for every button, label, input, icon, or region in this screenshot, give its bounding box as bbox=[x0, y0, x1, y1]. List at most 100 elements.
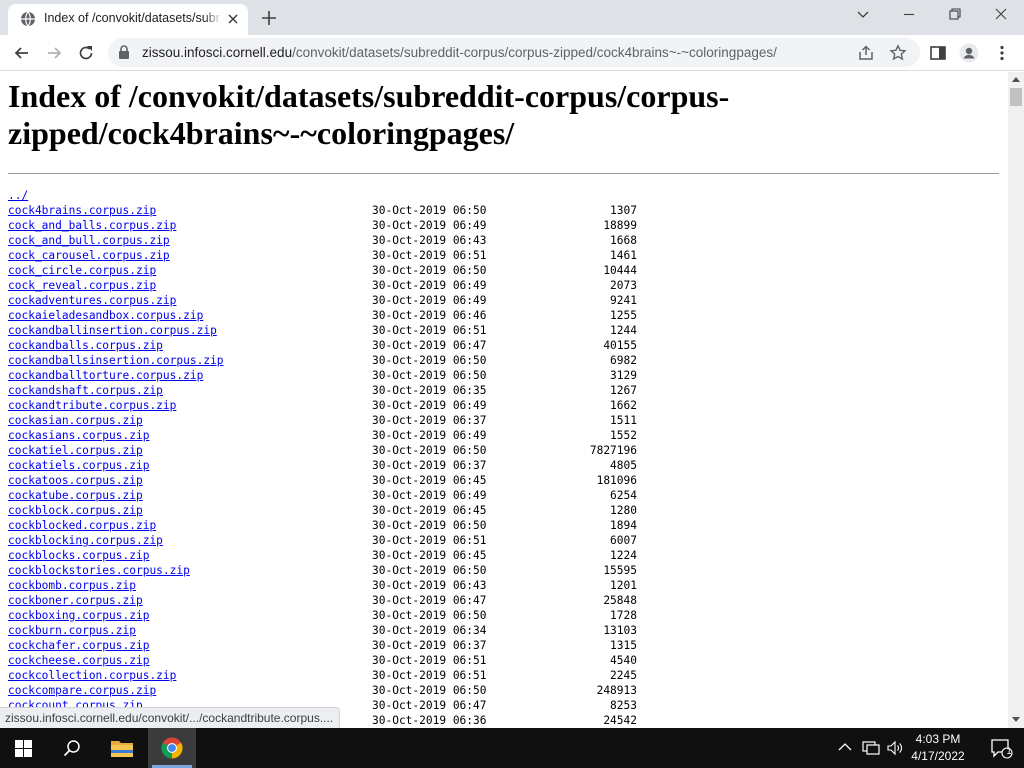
file-link[interactable]: cock_and_bull.corpus.zip bbox=[8, 233, 170, 248]
file-link[interactable]: cockandballinsertion.corpus.zip bbox=[8, 323, 217, 338]
file-date: 30-Oct-2019 06:50 bbox=[372, 609, 487, 622]
file-date: 30-Oct-2019 06:50 bbox=[372, 564, 487, 577]
file-size: 248913 bbox=[596, 684, 637, 697]
file-link[interactable]: cock4brains.corpus.zip bbox=[8, 203, 156, 218]
restore-button[interactable] bbox=[932, 0, 978, 30]
scroll-up-arrow-icon[interactable] bbox=[1012, 76, 1020, 82]
file-link[interactable]: cockblocked.corpus.zip bbox=[8, 518, 156, 533]
chrome-taskbar-button[interactable] bbox=[148, 728, 196, 768]
file-link[interactable]: cockblocks.corpus.zip bbox=[8, 548, 149, 563]
file-link[interactable]: cockandballs.corpus.zip bbox=[8, 338, 163, 353]
network-icon[interactable] bbox=[862, 740, 880, 756]
file-date: 30-Oct-2019 06:50 bbox=[372, 444, 487, 457]
plus-icon[interactable] bbox=[259, 8, 279, 28]
file-link[interactable]: cockaieladesandbox.corpus.zip bbox=[8, 308, 203, 323]
system-clock[interactable]: 4:03 PM 4/17/2022 bbox=[904, 731, 972, 765]
star-icon[interactable] bbox=[889, 44, 907, 62]
file-link[interactable]: cockcheese.corpus.zip bbox=[8, 653, 149, 668]
file-size: 181096 bbox=[596, 474, 637, 487]
side-panel-icon[interactable] bbox=[928, 43, 948, 63]
file-link[interactable]: cockbomb.corpus.zip bbox=[8, 578, 136, 593]
share-icon[interactable] bbox=[857, 44, 875, 62]
lock-icon[interactable] bbox=[118, 45, 130, 59]
file-link[interactable]: cockblock.corpus.zip bbox=[8, 503, 143, 518]
file-date: 30-Oct-2019 06:50 bbox=[372, 519, 487, 532]
page-content: Index of /convokit/datasets/subreddit-co… bbox=[0, 72, 1008, 728]
file-link[interactable]: cock_carousel.corpus.zip bbox=[8, 248, 170, 263]
file-link[interactable]: cockasian.corpus.zip bbox=[8, 413, 143, 428]
file-link[interactable]: cock_and_balls.corpus.zip bbox=[8, 218, 176, 233]
address-bar[interactable]: zissou.infosci.cornell.edu/convokit/data… bbox=[108, 38, 920, 67]
file-link[interactable]: cockandballtorture.corpus.zip bbox=[8, 368, 203, 383]
taskbar-search-button[interactable] bbox=[48, 728, 96, 768]
file-date: 30-Oct-2019 06:50 bbox=[372, 204, 487, 217]
close-icon[interactable] bbox=[224, 10, 242, 28]
window-close-button[interactable] bbox=[978, 0, 1024, 30]
file-date: 30-Oct-2019 06:43 bbox=[372, 579, 487, 592]
start-button[interactable] bbox=[0, 728, 48, 768]
file-date: 30-Oct-2019 06:51 bbox=[372, 324, 487, 337]
file-link[interactable]: cockblockstories.corpus.zip bbox=[8, 563, 190, 578]
file-size: 1280 bbox=[610, 504, 637, 517]
file-link[interactable]: cockatoos.corpus.zip bbox=[8, 473, 143, 488]
back-arrow-icon[interactable] bbox=[12, 43, 32, 63]
file-date: 30-Oct-2019 06:37 bbox=[372, 459, 487, 472]
file-date: 30-Oct-2019 06:45 bbox=[372, 549, 487, 562]
file-size: 2073 bbox=[610, 279, 637, 292]
file-date: 30-Oct-2019 06:37 bbox=[372, 639, 487, 652]
file-link[interactable]: cockblocking.corpus.zip bbox=[8, 533, 163, 548]
file-link[interactable]: cockboxing.corpus.zip bbox=[8, 608, 149, 623]
restore-icon bbox=[949, 8, 961, 20]
file-link[interactable]: cockchafer.corpus.zip bbox=[8, 638, 149, 653]
tab-search-button[interactable] bbox=[840, 0, 886, 30]
file-size: 1511 bbox=[610, 414, 637, 427]
minimize-button[interactable] bbox=[886, 0, 932, 30]
minimize-icon bbox=[904, 13, 914, 16]
scrollbar-thumb[interactable] bbox=[1010, 88, 1022, 106]
file-link[interactable]: cockcompare.corpus.zip bbox=[8, 683, 156, 698]
file-size: 4540 bbox=[610, 654, 637, 667]
action-center-button[interactable]: 1 bbox=[980, 728, 1024, 768]
scroll-down-arrow-icon[interactable] bbox=[1012, 717, 1020, 723]
file-link[interactable]: cockatiel.corpus.zip bbox=[8, 443, 143, 458]
reload-icon[interactable] bbox=[76, 43, 96, 63]
file-size: 6007 bbox=[610, 534, 637, 547]
file-date: 30-Oct-2019 06:49 bbox=[372, 219, 487, 232]
file-date: 30-Oct-2019 06:45 bbox=[372, 504, 487, 517]
file-link[interactable]: cockandshaft.corpus.zip bbox=[8, 383, 163, 398]
speaker-icon[interactable] bbox=[886, 740, 904, 756]
link-status-bubble: zissou.infosci.cornell.edu/convokit/.../… bbox=[0, 707, 341, 728]
file-size: 13103 bbox=[603, 624, 637, 637]
file-link[interactable]: cockasians.corpus.zip bbox=[8, 428, 149, 443]
file-link[interactable]: cockatiels.corpus.zip bbox=[8, 458, 149, 473]
forward-arrow-icon[interactable] bbox=[44, 43, 64, 63]
file-link[interactable]: cockcollection.corpus.zip bbox=[8, 668, 176, 683]
file-link[interactable]: cockandtribute.corpus.zip bbox=[8, 398, 176, 413]
file-link[interactable]: cock_reveal.corpus.zip bbox=[8, 278, 156, 293]
url-text[interactable]: zissou.infosci.cornell.edu/convokit/data… bbox=[142, 45, 777, 60]
kebab-menu-icon[interactable] bbox=[992, 43, 1012, 63]
file-date: 30-Oct-2019 06:37 bbox=[372, 414, 487, 427]
file-size: 10444 bbox=[603, 264, 637, 277]
file-date: 30-Oct-2019 06:51 bbox=[372, 249, 487, 262]
file-link[interactable]: cockatube.corpus.zip bbox=[8, 488, 143, 503]
file-size: 1267 bbox=[610, 384, 637, 397]
chevron-up-icon[interactable] bbox=[838, 742, 852, 752]
file-explorer-button[interactable] bbox=[98, 728, 146, 768]
file-date: 30-Oct-2019 06:50 bbox=[372, 354, 487, 367]
file-link[interactable]: cock_circle.corpus.zip bbox=[8, 263, 156, 278]
vertical-scrollbar[interactable] bbox=[1008, 72, 1024, 728]
clock-time: 4:03 PM bbox=[915, 732, 961, 746]
file-size: 24542 bbox=[603, 714, 637, 727]
notification-count: 1 bbox=[1006, 746, 1012, 756]
file-size: 18899 bbox=[603, 219, 637, 232]
chrome-icon bbox=[161, 737, 183, 759]
file-link[interactable]: cockburn.corpus.zip bbox=[8, 623, 136, 638]
profile-icon[interactable] bbox=[959, 43, 979, 63]
parent-directory-link[interactable]: ../ bbox=[8, 188, 28, 203]
browser-tab[interactable]: Index of /convokit/datasets/subreddit-co… bbox=[8, 4, 248, 35]
url-host: zissou.infosci.cornell.edu bbox=[142, 45, 293, 60]
file-link[interactable]: cockboner.corpus.zip bbox=[8, 593, 143, 608]
file-link[interactable]: cockandballsinsertion.corpus.zip bbox=[8, 353, 224, 368]
file-link[interactable]: cockadventures.corpus.zip bbox=[8, 293, 176, 308]
